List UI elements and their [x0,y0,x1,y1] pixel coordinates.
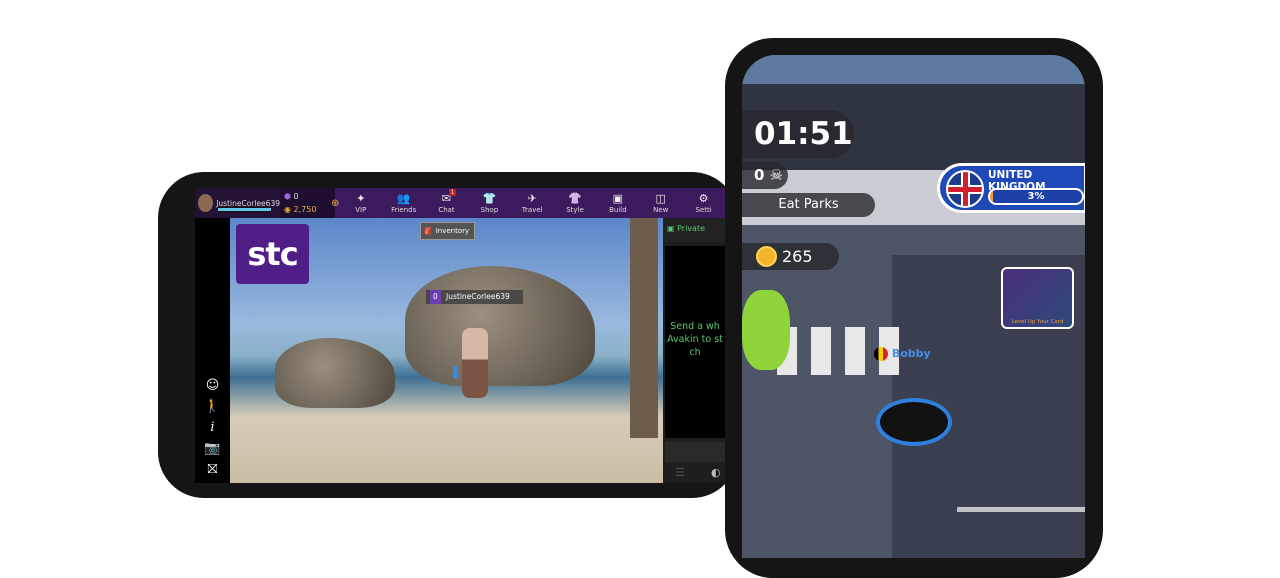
plane-icon: ✈ [527,192,537,205]
coin-icon [756,246,777,267]
dance-icon[interactable]: 🚶 [204,399,220,414]
nav-build[interactable]: ▣ Build [598,192,638,214]
nav-style[interactable]: 👚 Style [555,192,595,214]
nav-friends[interactable]: 👥 Friends [384,192,424,214]
nav-shop[interactable]: 👕 Shop [469,192,509,214]
add-coins-button[interactable]: ⊕ [331,198,339,209]
camera-icon[interactable]: 📷 [204,441,220,456]
coin-icon: ◉ [284,205,291,214]
player-hole[interactable] [876,398,952,446]
nav-travel[interactable]: ✈ Travel [512,192,552,214]
gear-icon: ⚙ [698,192,709,205]
nav-new[interactable]: ◫ New [641,192,681,214]
nav-vip[interactable]: ✦ VIP [341,192,381,214]
nav-label: New [653,206,669,214]
nav-label: Chat [438,206,455,214]
inventory-label: Inventory [435,227,470,235]
player-character[interactable] [462,328,488,398]
hanger-icon: 👚 [568,192,582,205]
top-bar: JustineCorlee639 ⬢ 0 ◉ 2,750 ⊕ ✦ VIP 👥 Fri… [195,188,725,218]
skull-icon: ☠ [769,166,784,184]
nav-label: Setti [695,206,712,214]
level-shield-icon: 0 [430,290,441,304]
main-nav: ✦ VIP 👥 Friends ✉ 1 Chat 👕 Shop ✈ Travel 👚 Styl… [339,189,725,214]
player-name: Bobby [891,347,931,360]
box-icon: ▣ [612,192,624,205]
currency: ⬢ 0 ◉ 2,750 [280,188,335,218]
nav-label: Shop [480,206,499,214]
new-icon: ◫ [655,192,666,205]
xp-bar [217,207,272,212]
pole [957,507,1085,512]
emote-icon[interactable]: ☺ [206,378,220,393]
location-label: Eat Parks [742,193,875,217]
private-label: Private [677,224,705,233]
kill-counter: 0 ☠ [742,162,788,189]
ad-text: Level Up Your Card [1011,319,1064,325]
timer: 01:51 [742,110,854,158]
list-icon[interactable]: ☰ [675,466,685,479]
player-label: Bobby [874,347,931,361]
gems-count: 0 [293,192,299,201]
belgium-flag-icon [874,347,888,361]
tree [742,290,790,370]
shirt-icon: 👕 [482,192,497,205]
rock [405,266,595,386]
stc-ad[interactable]: stc [236,224,309,284]
profile[interactable]: JustineCorlee639 [195,188,280,218]
coins-value: 265 [782,247,813,266]
coin-counter: 265 [742,243,839,270]
avatar [198,194,214,212]
ad-thumbnail[interactable]: Level Up Your Card [1001,267,1074,329]
exit-icon[interactable]: ⛝ [208,462,218,477]
friends-icon: 👥 [396,192,411,205]
kills-value: 0 [754,166,765,184]
country-panel: UNITED KINGDOM 3% [937,163,1085,213]
chat-line: Avakin to st [667,334,723,345]
chat-badge: 1 [448,189,457,196]
avakin-game-screen: JustineCorlee639 ⬢ 0 ◉ 2,750 ⊕ ✦ VIP 👥 Fri… [195,188,725,483]
chat-panel: ▣ Private Send a wh Avakin to st ch ☰ ◐ [663,218,725,483]
down-arrow-icon: ⬇ [448,363,464,384]
nav-settings[interactable]: ⚙ Setti [684,192,724,214]
vip-star-icon: ✦ [356,192,366,205]
nav-label: Travel [521,206,543,214]
private-tab[interactable]: ▣ Private [663,218,725,242]
player-tag-name: JustineCorlee639 [446,292,510,301]
chat-message: Send a wh Avakin to st ch [665,246,725,438]
rock [275,338,395,408]
progress-fill [990,190,993,203]
left-toolbar: ☺ 🚶 i 📷 ⛝ [195,218,230,483]
nav-label: VIP [355,206,367,214]
backpack-icon: 🎒 [424,227,433,235]
uk-flag-icon [946,170,984,208]
stc-logo: stc [247,235,298,273]
inventory-button[interactable]: 🎒 Inventory [420,222,475,240]
palm-trunk [630,218,658,438]
gem-icon: ⬢ [284,192,291,201]
hole-io-game-screen[interactable]: 01:51 0 ☠ Eat Parks 265 UNITED KINGDOM 3… [742,55,1085,558]
nav-label: Build [609,206,627,214]
nav-chat[interactable]: ✉ 1 Chat [427,189,467,214]
info-icon[interactable]: i [210,420,214,435]
progress-label: 3% [1027,191,1045,202]
globe-icon[interactable]: ◐ [711,466,721,479]
chat-line: ch [689,347,701,358]
country-progress: 3% [988,188,1084,205]
private-chat-icon: ▣ [667,224,675,233]
coins-count: 2,750 [293,205,317,214]
nav-label: Style [566,206,584,214]
beach-scene[interactable]: stc 🎒 Inventory 0 JustineCorlee639 ⬇ [230,218,663,483]
chat-line: Send a wh [670,321,720,332]
player-name-tag: 0 JustineCorlee639 [426,290,523,304]
nav-label: Friends [391,206,417,214]
chat-input[interactable] [665,442,725,462]
